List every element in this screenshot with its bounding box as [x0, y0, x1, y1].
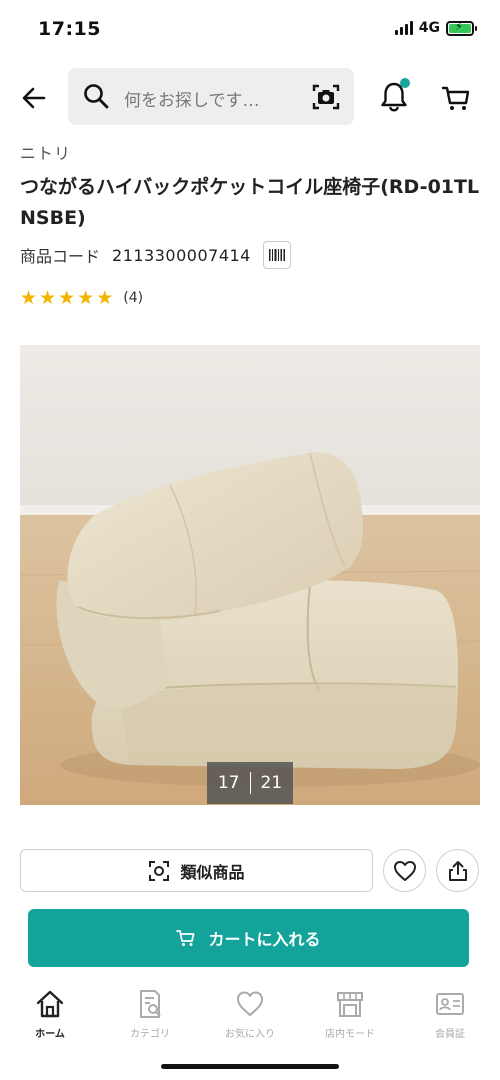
notification-dot — [400, 78, 410, 88]
camera-search-icon[interactable] — [310, 81, 342, 113]
heart-icon — [237, 991, 263, 1016]
barcode-button[interactable] — [262, 241, 291, 269]
share-button[interactable] — [436, 849, 479, 892]
store-icon — [337, 992, 363, 1017]
add-to-cart-label: カートに入れる — [208, 930, 321, 949]
image-scan-icon — [149, 860, 170, 881]
add-to-cart-button[interactable]: カートに入れる — [28, 909, 469, 967]
category-icon — [140, 990, 161, 1018]
star-icon: ★ — [39, 287, 57, 309]
image-counter-current: 17 — [217, 773, 240, 793]
status-indicators: 4G ⚡ — [394, 20, 477, 36]
favorite-button[interactable] — [383, 849, 426, 892]
cart-icon — [176, 930, 195, 946]
network-type: 4G — [418, 20, 440, 36]
star-icon: ★ — [96, 287, 114, 309]
product-code-label: 商品コード — [20, 247, 101, 266]
similar-products-button[interactable]: 類似商品 — [20, 849, 373, 892]
search-icon — [84, 84, 109, 109]
nav-item-favorites[interactable]: お気に入り — [200, 978, 300, 1058]
search-bar[interactable]: 何をお探しです… — [68, 68, 354, 125]
rating-row[interactable]: ★ ★ ★ ★ ★ (4) — [20, 288, 143, 308]
status-bar: 17:15 4G ⚡ — [0, 0, 500, 60]
back-arrow-icon[interactable] — [18, 82, 50, 114]
share-icon — [448, 860, 467, 881]
barcode-icon — [268, 249, 285, 261]
brand-name[interactable]: ニトリ — [20, 140, 71, 164]
member-card-icon — [436, 993, 464, 1015]
nav-label-home: ホーム — [35, 1029, 65, 1040]
nav-item-home[interactable]: ホーム — [0, 978, 100, 1058]
nav-item-category[interactable]: カテゴリ — [100, 978, 200, 1058]
status-time: 17:15 — [38, 18, 101, 40]
image-counter-total: 21 — [260, 773, 283, 793]
home-indicator — [161, 1064, 339, 1069]
home-icon — [36, 990, 64, 1018]
nav-label-category: カテゴリ — [130, 1029, 170, 1040]
product-title: つながるハイバックポケットコイル座椅子(RD-01TL NSBE) — [20, 176, 480, 229]
cart-icon[interactable] — [440, 82, 472, 114]
star-icon: ★ — [58, 287, 76, 309]
product-code-value: 2113300007414 — [112, 245, 251, 265]
product-code-row: 商品コード 2113300007414 — [20, 240, 291, 270]
nav-label-favorites: お気に入り — [225, 1029, 275, 1040]
nav-label-member-card: 会員証 — [435, 1029, 465, 1040]
product-image[interactable] — [20, 345, 480, 805]
similar-products-label: 類似商品 — [180, 862, 245, 882]
product-photo-floor-chair — [20, 345, 480, 805]
review-count[interactable]: (4) — [123, 290, 143, 306]
heart-icon — [393, 860, 416, 881]
search-input[interactable]: 何をお探しです… — [124, 86, 260, 111]
signal-icon — [394, 21, 413, 35]
header: 何をお探しです… — [0, 68, 500, 126]
nav-item-store-mode[interactable]: 店内モード — [300, 978, 400, 1058]
star-icon: ★ — [20, 287, 38, 309]
bottom-navigation: ホーム カテゴリ お気に入り 店内モード 会員証 — [0, 978, 500, 1058]
nav-item-member-card[interactable]: 会員証 — [400, 978, 500, 1058]
nav-label-store-mode: 店内モード — [325, 1029, 375, 1040]
battery-icon: ⚡ — [446, 20, 477, 36]
star-icon: ★ — [77, 287, 95, 309]
image-counter: 17 21 — [207, 762, 293, 804]
